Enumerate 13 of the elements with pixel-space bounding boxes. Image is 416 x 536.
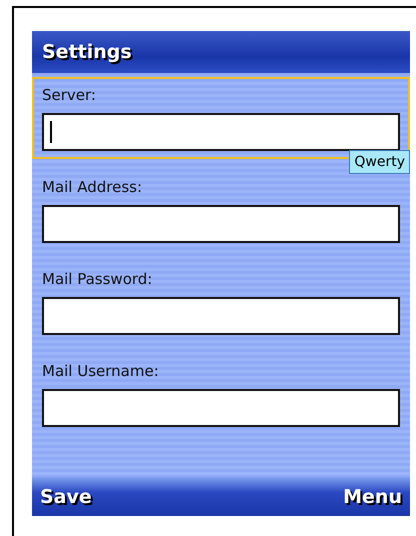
input-field[interactable] xyxy=(42,205,400,243)
field-label: Server: xyxy=(42,85,96,105)
field-label: Mail Address: xyxy=(42,177,142,197)
field-label: Mail Password: xyxy=(42,269,152,289)
input-field[interactable] xyxy=(42,389,400,427)
input-field[interactable] xyxy=(42,297,400,335)
input-field[interactable] xyxy=(42,113,400,151)
screen-title: Settings xyxy=(42,41,132,63)
field-label: Mail Username: xyxy=(42,361,159,381)
input-mode-badge: Qwerty xyxy=(349,150,410,174)
menu-softkey[interactable]: Menu xyxy=(343,486,402,508)
text-cursor xyxy=(50,121,52,143)
save-softkey[interactable]: Save xyxy=(40,486,92,508)
